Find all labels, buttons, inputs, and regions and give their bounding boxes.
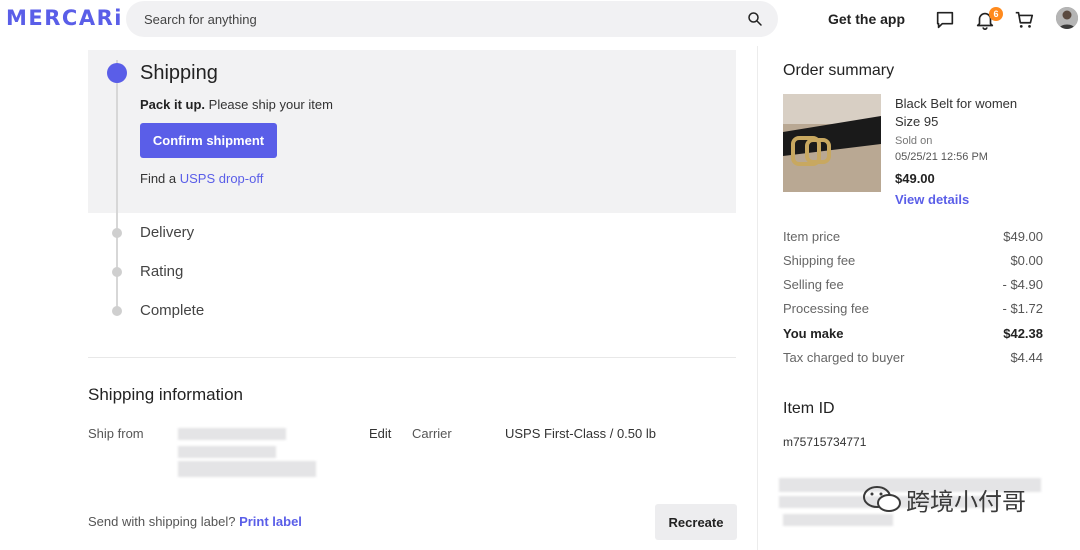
fee-value-item-price: $49.00	[1003, 229, 1043, 244]
edit-ship-from-link[interactable]: Edit	[369, 426, 391, 441]
step-delivery: Delivery	[140, 224, 195, 241]
notification-badge: 6	[989, 7, 1003, 21]
fee-label-you-make: You make	[783, 326, 844, 341]
messages-icon[interactable]	[934, 9, 956, 31]
label-prompt-text: Send with shipping label?	[88, 514, 240, 529]
redacted-address-line	[178, 461, 316, 477]
section-divider	[88, 357, 736, 358]
carrier-label: Carrier	[412, 426, 452, 441]
search-bar[interactable]	[126, 1, 778, 37]
shipping-label-prompt: Send with shipping label? Print label	[88, 514, 302, 529]
get-the-app-link[interactable]: Get the app	[828, 11, 905, 27]
fee-value-you-make: $42.38	[1003, 326, 1043, 341]
recreate-button[interactable]: Recreate	[655, 504, 737, 540]
product-thumbnail[interactable]	[783, 94, 881, 192]
search-icon[interactable]	[746, 10, 764, 28]
fee-label-tax: Tax charged to buyer	[783, 350, 905, 365]
fee-label-item-price: Item price	[783, 229, 841, 244]
confirm-shipment-button[interactable]: Confirm shipment	[140, 123, 277, 158]
cart-icon[interactable]	[1013, 9, 1035, 31]
user-avatar-icon	[1056, 7, 1078, 29]
avatar[interactable]	[1056, 7, 1078, 29]
usps-drop-off-link[interactable]: USPS drop-off	[180, 171, 264, 186]
step-complete: Complete	[140, 302, 205, 319]
sold-on-label: Sold on	[895, 135, 933, 147]
redacted-address-line	[178, 446, 276, 458]
find-drop-off: Find a USPS drop-off	[140, 171, 263, 186]
fee-label-shipping: Shipping fee	[783, 253, 856, 268]
step-dot-delivery	[112, 228, 122, 238]
pack-instructions: Pack it up. Please ship your item	[140, 97, 333, 112]
wechat-icon	[863, 486, 901, 512]
fee-value-processing: - $1.72	[1002, 301, 1043, 316]
fee-label-selling: Selling fee	[783, 277, 844, 292]
carrier-value: USPS First-Class / 0.50 lb	[505, 426, 656, 441]
find-prefix: Find a	[140, 171, 180, 186]
pack-text: Please ship your item	[205, 97, 333, 112]
watermark-text: 跨境小付哥	[906, 488, 1026, 516]
order-summary-title: Order summary	[783, 62, 895, 79]
ship-from-label: Ship from	[88, 426, 144, 441]
redacted-address-line	[178, 428, 286, 440]
fee-value-tax: $4.44	[1010, 350, 1043, 365]
step-rating: Rating	[140, 263, 184, 280]
pack-bold: Pack it up.	[140, 97, 206, 112]
sold-on-date: 05/25/21 12:56 PM	[895, 151, 988, 163]
search-input[interactable]	[144, 10, 704, 28]
product-size: Size 95	[895, 114, 939, 129]
product-name: Black Belt for women	[895, 96, 1018, 111]
product-price: $49.00	[895, 171, 935, 186]
step-dot-rating	[112, 267, 122, 277]
step-dot-complete	[112, 306, 122, 316]
print-label-link[interactable]: Print label	[239, 514, 302, 529]
item-id-value: m75715734771	[783, 435, 867, 449]
item-id-title: Item ID	[783, 400, 835, 417]
fee-value-selling: - $4.90	[1002, 277, 1043, 292]
active-step-dot	[107, 63, 127, 83]
belt-image-icon	[783, 94, 881, 192]
mercari-logo[interactable]: MERCARi	[6, 6, 123, 30]
shipping-information-title: Shipping information	[88, 385, 243, 404]
view-details-link[interactable]: View details	[895, 192, 969, 207]
fee-label-processing: Processing fee	[783, 301, 869, 316]
redacted-info-line	[783, 514, 893, 526]
top-header: MERCARi Get the app 6	[0, 0, 1080, 46]
fee-value-shipping: $0.00	[1010, 253, 1043, 268]
step-title-shipping: Shipping	[140, 62, 218, 84]
